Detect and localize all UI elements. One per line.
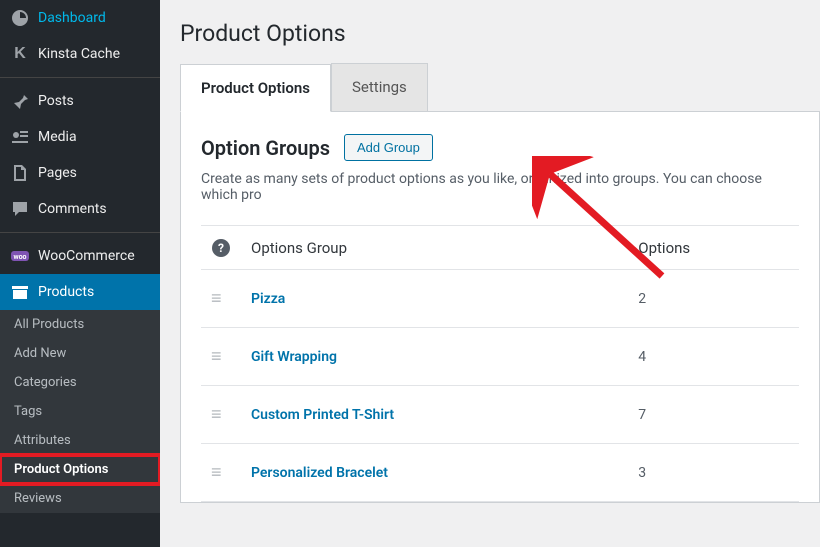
add-group-button[interactable]: Add Group	[344, 134, 433, 161]
page-title: Product Options	[180, 10, 820, 63]
tab-settings[interactable]: Settings	[331, 63, 428, 111]
column-header-options[interactable]: Options	[628, 226, 799, 270]
options-count: 3	[628, 444, 799, 502]
submenu-item-categories[interactable]: Categories	[0, 368, 160, 397]
sidebar-item-label: Products	[38, 284, 94, 300]
svg-text:woo: woo	[13, 253, 26, 261]
menu-separator	[0, 232, 160, 233]
sidebar-item-pages[interactable]: Pages	[0, 155, 160, 191]
options-count: 7	[628, 386, 799, 444]
main-content: Product Options Product Options Settings…	[160, 0, 820, 547]
submenu-item-product-options[interactable]: Product Options	[0, 455, 160, 484]
submenu-item-reviews[interactable]: Reviews	[0, 484, 160, 513]
group-link[interactable]: Gift Wrapping	[251, 349, 337, 365]
sidebar-item-label: WooCommerce	[38, 248, 135, 264]
options-count: 2	[628, 270, 799, 328]
options-count: 4	[628, 328, 799, 386]
submenu-item-tags[interactable]: Tags	[0, 397, 160, 426]
products-icon	[10, 282, 30, 302]
woocommerce-icon: woo	[10, 246, 30, 266]
tab-content: Option Groups Add Group Create as many s…	[180, 111, 820, 503]
group-link[interactable]: Pizza	[251, 291, 285, 307]
media-icon	[10, 127, 30, 147]
sidebar-item-products[interactable]: Products	[0, 274, 160, 310]
pin-icon	[10, 91, 30, 111]
sidebar-item-label: Posts	[38, 93, 74, 109]
sidebar-item-kinsta-cache[interactable]: K Kinsta Cache	[0, 36, 160, 72]
comment-icon	[10, 199, 30, 219]
menu-separator	[0, 77, 160, 78]
table-row: ≡ Gift Wrapping 4	[201, 328, 799, 386]
sidebar-item-dashboard[interactable]: Dashboard	[0, 0, 160, 36]
section-title: Option Groups	[201, 136, 330, 160]
drag-handle-icon[interactable]: ≡	[201, 386, 241, 444]
table-row: ≡ Pizza 2	[201, 270, 799, 328]
sidebar-item-media[interactable]: Media	[0, 119, 160, 155]
tab-product-options[interactable]: Product Options	[180, 64, 331, 112]
column-header-help: ?	[201, 226, 241, 270]
sidebar-item-label: Comments	[38, 201, 107, 217]
sidebar-item-label: Dashboard	[38, 10, 106, 26]
table-row: ≡ Custom Printed T-Shirt 7	[201, 386, 799, 444]
help-icon[interactable]: ?	[212, 239, 230, 257]
submenu-products: All Products Add New Categories Tags Att…	[0, 310, 160, 513]
dashboard-icon	[10, 8, 30, 28]
page-icon	[10, 163, 30, 183]
column-header-group[interactable]: Options Group	[241, 226, 628, 270]
submenu-item-attributes[interactable]: Attributes	[0, 426, 160, 455]
submenu-item-all-products[interactable]: All Products	[0, 310, 160, 339]
sidebar-item-label: Media	[38, 129, 77, 145]
group-link[interactable]: Custom Printed T-Shirt	[251, 407, 394, 423]
sidebar-item-comments[interactable]: Comments	[0, 191, 160, 227]
table-row: ≡ Personalized Bracelet 3	[201, 444, 799, 502]
sidebar-item-label: Pages	[38, 165, 77, 181]
submenu-item-add-new[interactable]: Add New	[0, 339, 160, 368]
sidebar-item-label: Kinsta Cache	[38, 46, 120, 62]
sidebar-item-woocommerce[interactable]: woo WooCommerce	[0, 238, 160, 274]
drag-handle-icon[interactable]: ≡	[201, 270, 241, 328]
option-groups-table: ? Options Group Options ≡ Pizza 2 ≡ Gift…	[201, 225, 799, 502]
drag-handle-icon[interactable]: ≡	[201, 444, 241, 502]
admin-sidebar: Dashboard K Kinsta Cache Posts Media Pag…	[0, 0, 160, 547]
kinsta-icon: K	[10, 44, 30, 64]
drag-handle-icon[interactable]: ≡	[201, 328, 241, 386]
tabs: Product Options Settings	[180, 63, 820, 111]
group-link[interactable]: Personalized Bracelet	[251, 465, 388, 481]
sidebar-item-posts[interactable]: Posts	[0, 83, 160, 119]
section-description: Create as many sets of product options a…	[201, 171, 799, 203]
